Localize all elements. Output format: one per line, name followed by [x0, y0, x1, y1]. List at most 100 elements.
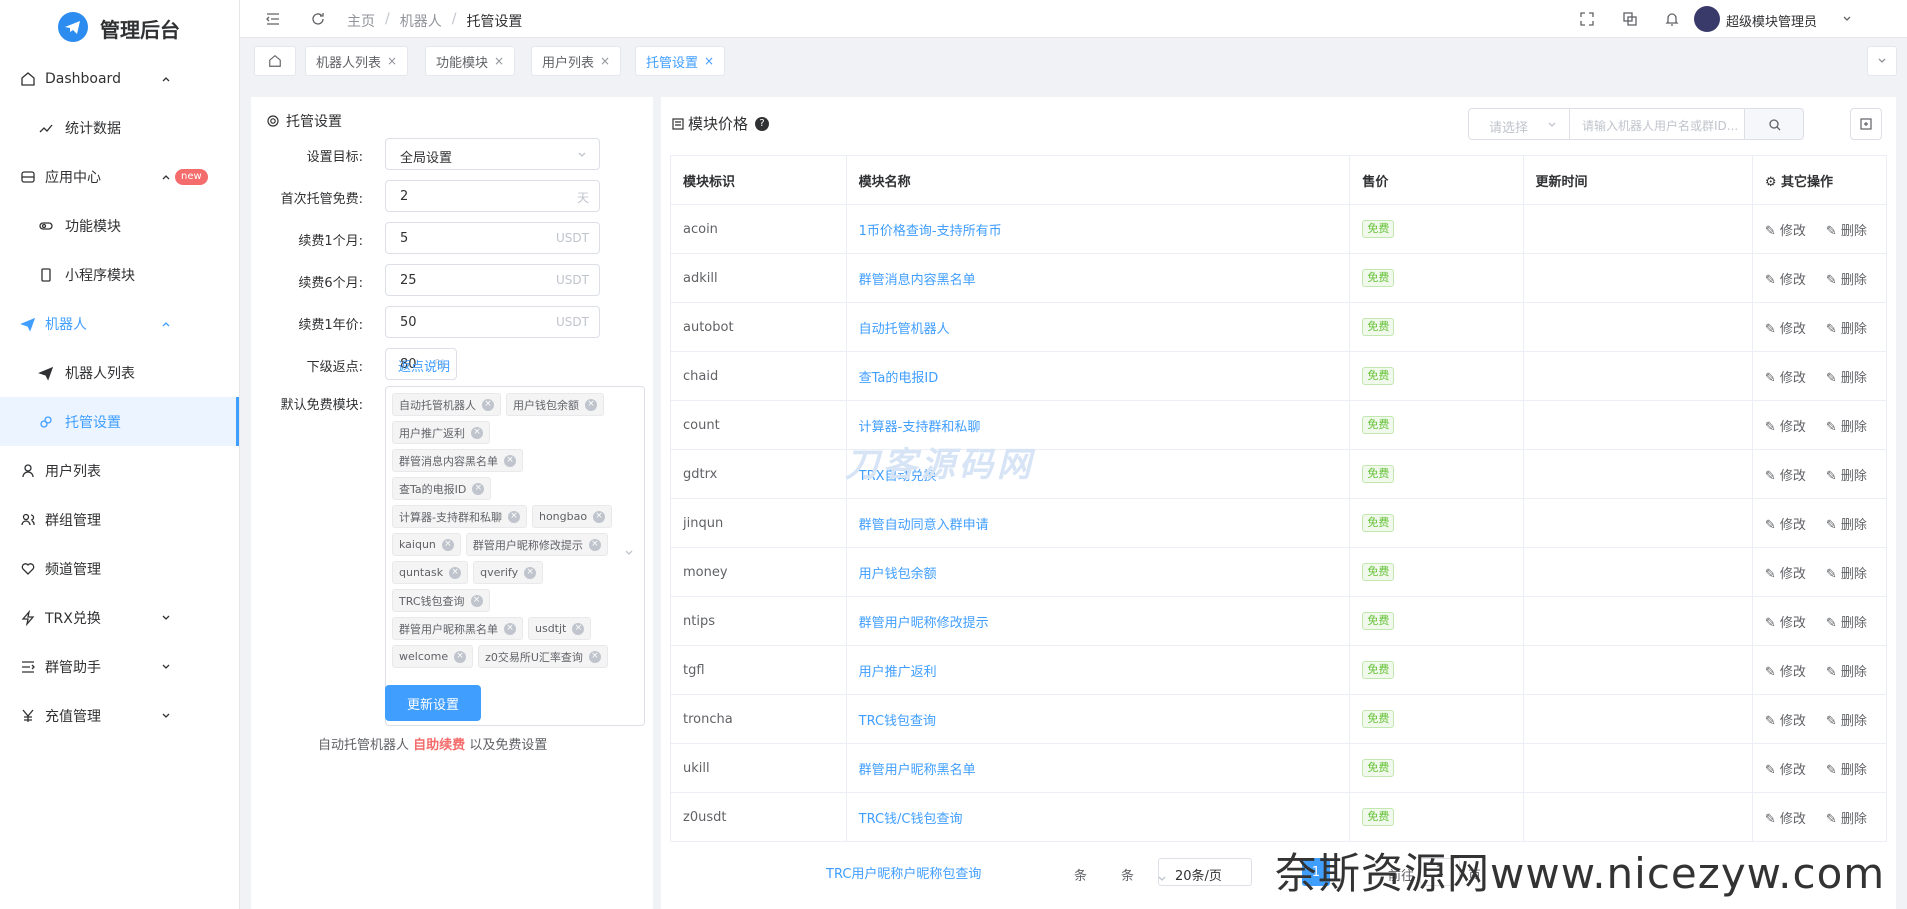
tab-function-module[interactable]: 功能模块 ×: [425, 46, 516, 76]
breadcrumb-home[interactable]: 主页: [347, 11, 375, 31]
sidebar-item-11[interactable]: TRX兑换: [0, 593, 239, 642]
tab-hosting-settings[interactable]: 托管设置 ×: [635, 46, 726, 76]
renew-1y-input[interactable]: 50 USDT: [385, 306, 600, 338]
tag-close-icon[interactable]: ×: [572, 622, 585, 635]
tag-close-icon[interactable]: ×: [507, 510, 520, 523]
edit-button[interactable]: ✎ 修改: [1765, 567, 1816, 582]
edit-button[interactable]: ✎ 修改: [1765, 812, 1816, 827]
search-button[interactable]: [1744, 108, 1804, 140]
search-input[interactable]: 请输入机器人用户名或群ID...: [1569, 108, 1745, 140]
edit-button[interactable]: ✎ 修改: [1765, 665, 1816, 680]
sidebar-item-9[interactable]: 群组管理: [0, 495, 239, 544]
bell-icon[interactable]: [1664, 11, 1680, 27]
module-name[interactable]: 群管消息内容黑名单: [845, 253, 1351, 303]
sidebar-item-10[interactable]: 频道管理: [0, 544, 239, 593]
close-icon[interactable]: ×: [704, 54, 714, 68]
tag-close-icon[interactable]: ×: [504, 454, 516, 467]
tabs-dropdown[interactable]: [1867, 46, 1897, 76]
module-name[interactable]: TRC钱包查询: [845, 694, 1351, 744]
delete-button[interactable]: ✎ 删除: [1826, 273, 1877, 288]
page-size-select[interactable]: 20条/页: [1158, 858, 1252, 886]
edit-button[interactable]: ✎ 修改: [1765, 420, 1816, 435]
tag-close-icon[interactable]: ×: [441, 538, 454, 551]
refresh-icon[interactable]: [310, 11, 326, 27]
target-select[interactable]: 全局设置: [385, 138, 600, 170]
delete-button[interactable]: ✎ 删除: [1826, 469, 1877, 484]
edit-button[interactable]: ✎ 修改: [1765, 518, 1816, 533]
column-header[interactable]: 模块名称: [845, 155, 1351, 205]
avatar[interactable]: [1694, 6, 1720, 32]
module-name[interactable]: 群管用户昵称修改提示: [845, 596, 1351, 646]
edit-button[interactable]: ✎ 修改: [1765, 224, 1816, 239]
delete-button[interactable]: ✎ 删除: [1826, 420, 1877, 435]
chevron-down-icon[interactable]: [1842, 14, 1852, 24]
delete-button[interactable]: ✎ 删除: [1826, 714, 1877, 729]
sidebar-item-0[interactable]: Dashboard: [0, 54, 239, 103]
tag-close-icon[interactable]: ×: [471, 426, 483, 439]
delete-button[interactable]: ✎ 删除: [1826, 224, 1877, 239]
filter-select[interactable]: 请选择: [1468, 108, 1570, 140]
delete-button[interactable]: ✎ 删除: [1826, 518, 1877, 533]
tab-home[interactable]: [254, 46, 296, 76]
sidebar-item-7[interactable]: 托管设置: [0, 397, 239, 446]
update-settings-button[interactable]: 更新设置: [385, 685, 481, 721]
edit-button[interactable]: ✎ 修改: [1765, 714, 1816, 729]
edit-button[interactable]: ✎ 修改: [1765, 273, 1816, 288]
sidebar-item-3[interactable]: 功能模块: [0, 201, 239, 250]
column-header[interactable]: 更新时间: [1522, 155, 1753, 205]
sidebar-item-1[interactable]: 统计数据: [0, 103, 239, 152]
user-name[interactable]: 超级模块管理员: [1726, 11, 1817, 30]
delete-button[interactable]: ✎ 删除: [1826, 322, 1877, 337]
edit-button[interactable]: ✎ 修改: [1765, 616, 1816, 631]
tag-close-icon[interactable]: ×: [482, 398, 494, 411]
tag-close-icon[interactable]: ×: [585, 398, 597, 411]
menu-fold-button[interactable]: [265, 11, 281, 27]
sidebar-item-13[interactable]: 充值管理: [0, 691, 239, 740]
close-icon[interactable]: ×: [600, 54, 610, 68]
tab-user-list[interactable]: 用户列表 ×: [531, 46, 622, 76]
breadcrumb-robot[interactable]: 机器人: [400, 11, 442, 31]
module-name[interactable]: 群管自动同意入群申请: [845, 498, 1351, 548]
sidebar-item-12[interactable]: 群管助手: [0, 642, 239, 691]
rebate-help-link[interactable]: 返点说明: [398, 356, 450, 375]
delete-button[interactable]: ✎ 删除: [1826, 665, 1877, 680]
delete-button[interactable]: ✎ 删除: [1826, 616, 1877, 631]
column-header[interactable]: 模块标识: [670, 155, 847, 205]
renew-1m-input[interactable]: 5 USDT: [385, 222, 600, 254]
sidebar-item-6[interactable]: 机器人列表: [0, 348, 239, 397]
edit-button[interactable]: ✎ 修改: [1765, 322, 1816, 337]
tag-close-icon[interactable]: ×: [472, 482, 485, 495]
logo[interactable]: 管理后台: [0, 0, 239, 54]
close-icon[interactable]: ×: [494, 54, 504, 68]
export-button[interactable]: [1850, 108, 1882, 140]
help-icon[interactable]: ?: [755, 116, 770, 131]
module-name[interactable]: 群管用户昵称黑名单: [845, 743, 1351, 793]
module-name[interactable]: 查Ta的电报ID: [845, 351, 1351, 401]
tag-close-icon[interactable]: ×: [588, 650, 601, 663]
tag-close-icon[interactable]: ×: [454, 650, 467, 663]
tag-close-icon[interactable]: ×: [504, 622, 516, 635]
first-free-input[interactable]: 2天: [385, 180, 600, 212]
edit-button[interactable]: ✎ 修改: [1765, 469, 1816, 484]
sidebar-item-4[interactable]: 小程序模块: [0, 250, 239, 299]
tag-close-icon[interactable]: ×: [588, 538, 601, 551]
module-name[interactable]: TRC钱/C钱包查询: [845, 792, 1351, 842]
sidebar-item-5[interactable]: 机器人: [0, 299, 239, 348]
delete-button[interactable]: ✎ 删除: [1826, 371, 1877, 386]
module-name[interactable]: 1币价格查询-支持所有币: [845, 204, 1351, 254]
fullscreen-icon[interactable]: [1579, 11, 1595, 27]
edit-button[interactable]: ✎ 修改: [1765, 763, 1816, 778]
delete-button[interactable]: ✎ 删除: [1826, 812, 1877, 827]
sidebar-item-2[interactable]: 应用中心 new: [0, 152, 239, 201]
renew-6m-input[interactable]: 25 USDT: [385, 264, 600, 296]
delete-button[interactable]: ✎ 删除: [1826, 763, 1877, 778]
edit-button[interactable]: ✎ 修改: [1765, 371, 1816, 386]
module-name[interactable]: 自动托管机器人: [845, 302, 1351, 352]
default-modules-select[interactable]: 自动托管机器人 × 用户钱包余额 × 用户推广返利 × 群管消息内容黑名单 × 查Ta的电报ID…: [385, 386, 645, 726]
sidebar-item-8[interactable]: 用户列表: [0, 446, 239, 495]
tag-close-icon[interactable]: ×: [449, 566, 462, 579]
tab-robot-list[interactable]: 机器人列表 ×: [305, 46, 409, 76]
column-header[interactable]: 售价: [1349, 155, 1524, 205]
tag-close-icon[interactable]: ×: [524, 566, 537, 579]
translate-icon[interactable]: [1622, 11, 1638, 27]
